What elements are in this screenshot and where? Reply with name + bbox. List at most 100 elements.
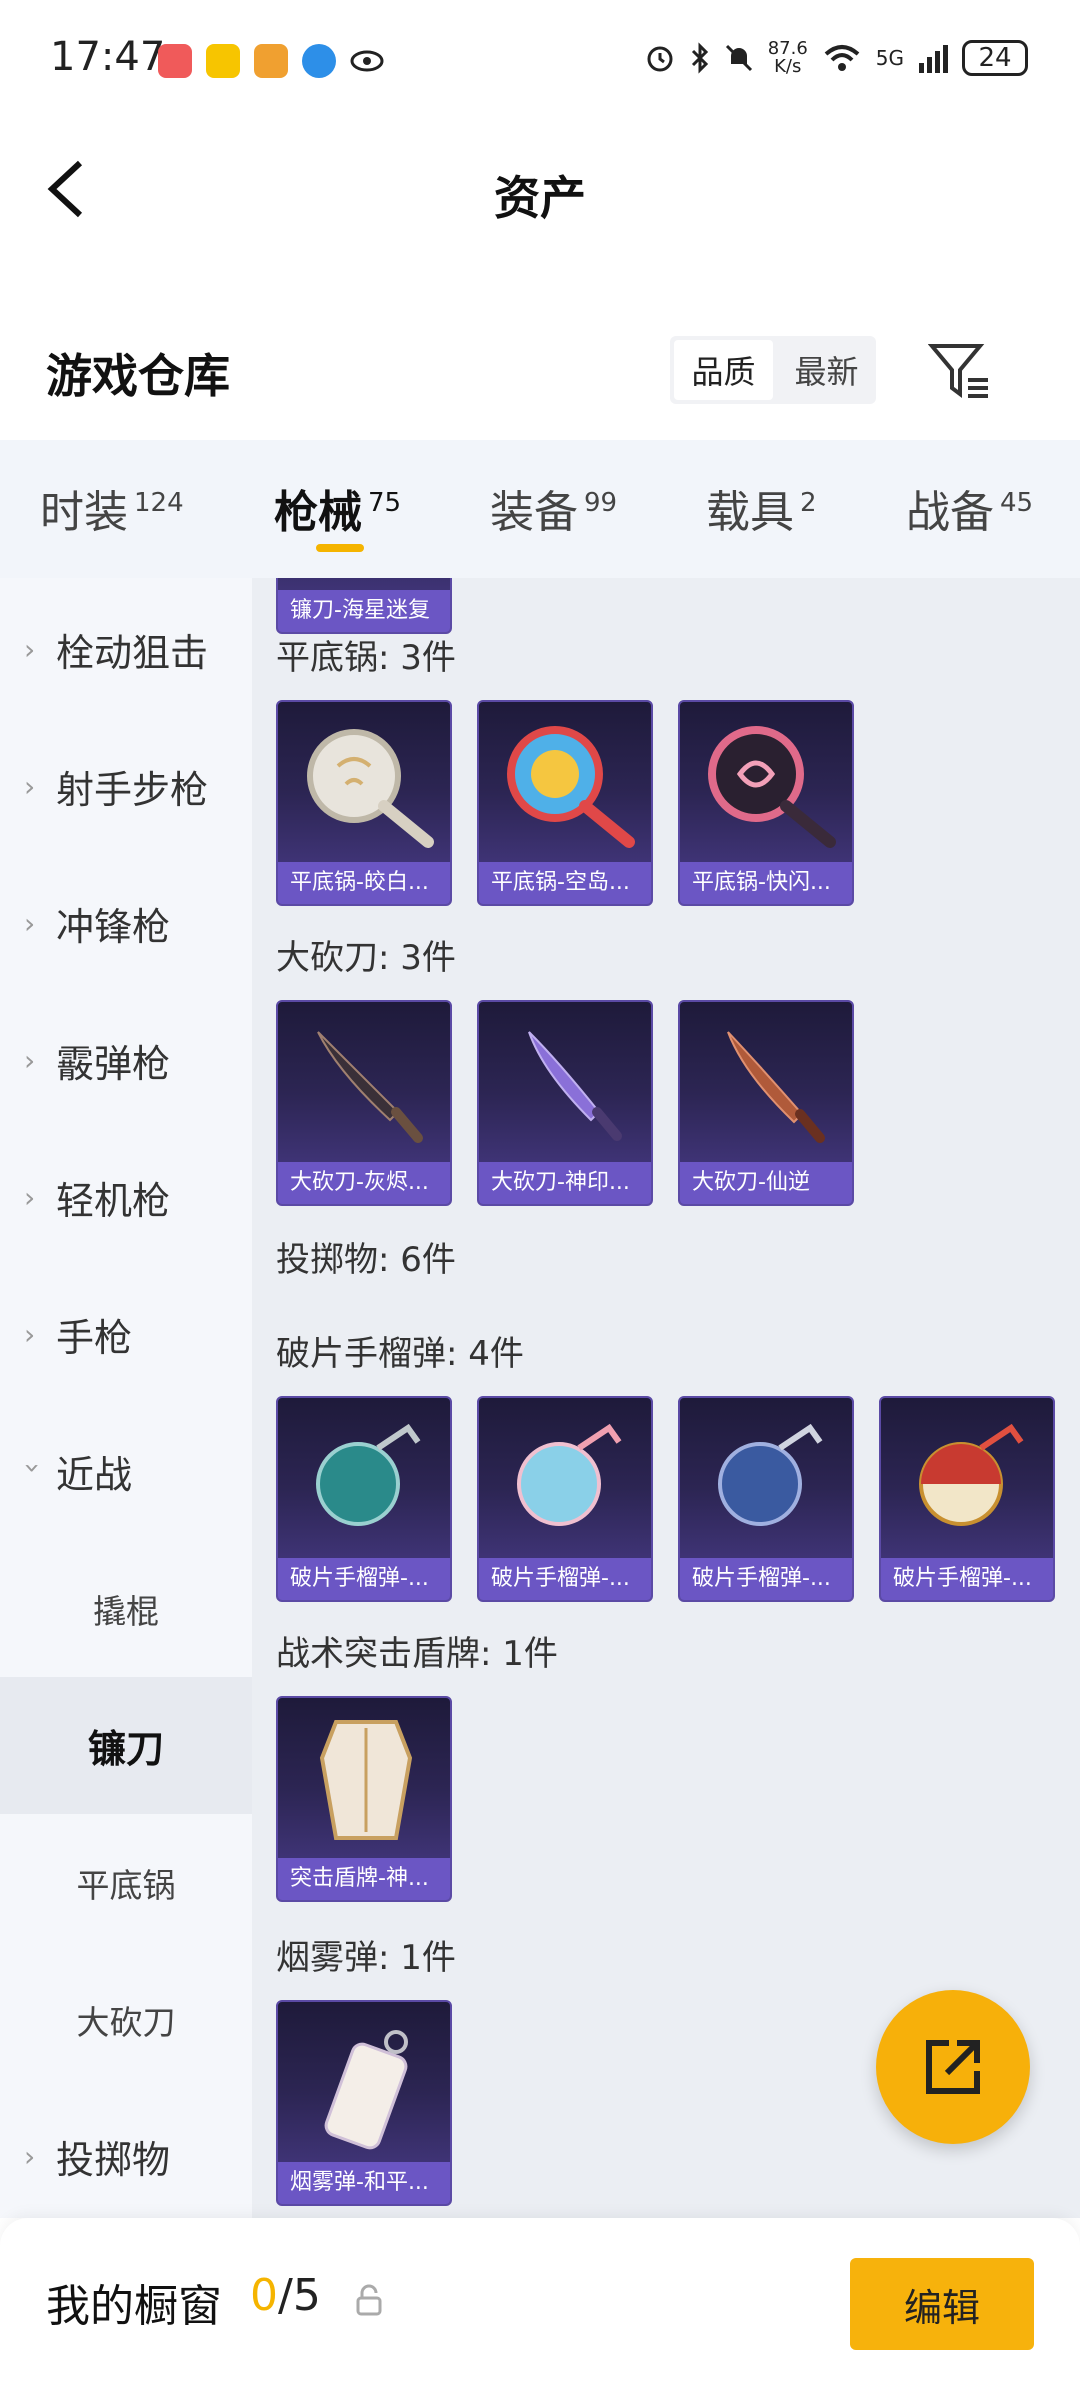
status-indicators: 87.6 K/s 5G 24 [644,40,1028,76]
frying-pan-image [507,726,635,848]
grenade-image [718,1423,823,1526]
item-name: 大砍刀-神印... [479,1162,651,1204]
showcase-label: 我的橱窗 [46,2281,222,2332]
warehouse-title: 游戏仓库 [46,349,230,403]
tab-fashion[interactable]: 时装 124 [40,476,184,540]
chevron-right-icon: › [24,2140,36,2173]
tab-equipment[interactable]: 装备 99 [490,476,617,540]
item-card[interactable]: 破片手榴弹-... [477,1396,653,1602]
tab-vehicles[interactable]: 载具 2 [706,476,817,540]
chevron-right-icon: › [24,907,36,940]
item-card[interactable]: 突击盾牌-神... [276,1696,452,1902]
item-name: 破片手榴弹-... [479,1558,651,1600]
item-card[interactable]: 大砍刀-灰烬... [276,1000,452,1206]
chevron-right-icon: › [24,770,36,803]
bluetooth-icon [691,42,708,74]
grenade-image [517,1423,622,1526]
app-notification-icon [158,44,192,78]
chevron-right-icon: › [24,1181,36,1214]
sidebar-item-lmg[interactable]: › 轻机枪 [0,1129,252,1266]
machete-image [528,1031,622,1141]
signal-icon [919,45,948,73]
shield-image [319,1720,413,1840]
group-label: 投掷物: 6件 [276,1240,456,1280]
item-name: 突击盾牌-神... [278,1858,450,1900]
sort-toggle: 品质 最新 [670,336,876,404]
item-grid: 镰刀-海星迷复 平底锅: 3件 平底锅-皎白... 平底锅-空岛... 平底锅-… [252,578,1080,2218]
warehouse-header: 游戏仓库 品质 最新 [0,320,1080,430]
wifi-icon [824,45,860,71]
tab-tactical[interactable]: 战备 45 [906,476,1033,540]
item-name: 烟雾弹-和平... [278,2162,450,2204]
item-card[interactable]: 平底锅-空岛... [477,700,653,906]
frying-pan-image [708,726,836,848]
alarm-icon [647,46,673,72]
edit-button[interactable]: 编辑 [850,2258,1034,2350]
sidebar-item-marksman-rifle[interactable]: › 射手步枪 [0,718,252,855]
item-name: 破片手榴弹-... [881,1558,1053,1600]
chevron-right-icon: › [24,633,36,666]
item-card[interactable]: 平底锅-皎白... [276,700,452,906]
network-type: 5G [875,46,904,70]
sidebar-item-bolt-action[interactable]: › 栓动狙击 [0,581,252,718]
sidebar-sub-machete[interactable]: 大砍刀 [0,1951,252,2088]
share-icon [926,2040,980,2094]
sort-latest-button[interactable]: 最新 [777,336,876,404]
lock-icon [356,2284,382,2316]
item-card[interactable]: 大砍刀-神印... [477,1000,653,1206]
machete-image [317,1031,423,1143]
filter-icon [927,344,988,398]
sidebar-item-pistol[interactable]: › 手枪 [0,1266,252,1403]
item-name: 大砍刀-灰烬... [278,1162,450,1204]
item-name: 破片手榴弹-... [680,1558,852,1600]
eye-icon [350,50,384,72]
tab-indicator [316,544,364,552]
sidebar-sub-crowbar[interactable]: 撬棍 [0,1540,252,1677]
battery-indicator: 24 [962,40,1028,76]
group-label: 烟雾弹: 1件 [276,1938,456,1978]
sidebar-sub-sickle[interactable]: 镰刀 [0,1677,252,1814]
group-label: 平底锅: 3件 [276,638,456,678]
sidebar-sub-pan[interactable]: 平底锅 [0,1814,252,1951]
mute-icon [725,44,752,72]
machete-image [727,1031,825,1143]
app-notification-icon [302,44,336,78]
item-card[interactable]: 破片手榴弹-... [879,1396,1055,1602]
item-name: 平底锅-皎白... [278,862,450,904]
frying-pan-image [307,729,434,848]
category-tabs: 时装 124 枪械 75 装备 99 载具 2 战备 45 [0,440,1080,578]
tab-firearms[interactable]: 枪械 75 [274,476,401,540]
group-label: 大砍刀: 3件 [276,938,456,978]
item-card[interactable]: 破片手榴弹-... [678,1396,854,1602]
filter-button[interactable] [927,340,992,400]
item-card[interactable]: 镰刀-海星迷复 [276,578,452,634]
sidebar-item-melee[interactable]: › 近战 [0,1403,252,1540]
sidebar-item-throwables[interactable]: › 投掷物 [0,2088,252,2225]
grenade-image [919,1423,1024,1526]
net-speed: 87.6 K/s [767,38,808,77]
header: 资产 [0,120,1080,260]
group-label: 破片手榴弹: 4件 [276,1334,524,1374]
status-bar: 17:47 87.6 K/s 5G 24 [0,0,1080,120]
chevron-right-icon: › [24,1044,36,1077]
item-name: 平底锅-空岛... [479,862,651,904]
app-notification-icon [254,44,288,78]
item-card[interactable]: 烟雾弹-和平... [276,2000,452,2206]
smoke-grenade-image [324,2030,408,2150]
item-card[interactable]: 大砍刀-仙逆 [678,1000,854,1206]
status-time: 17:47 [50,34,166,80]
sidebar-item-shotgun[interactable]: › 霰弹枪 [0,992,252,1129]
sort-quality-button[interactable]: 品质 [674,340,773,400]
item-card[interactable]: 破片手榴弹-... [276,1396,452,1602]
share-fab[interactable] [876,1990,1030,2144]
item-name: 平底锅-快闪... [680,862,852,904]
showcase-count: 0/5 [250,2270,321,2321]
sidebar: › 栓动狙击 › 射手步枪 › 冲锋枪 › 霰弹枪 › 轻机枪 › 手枪 › 近战 撬棍 镰刀… [0,578,252,2218]
chevron-right-icon: › [24,1318,36,1351]
item-card[interactable]: 平底锅-快闪... [678,700,854,906]
chevron-down-icon: › [16,1462,50,1474]
sidebar-item-smg[interactable]: › 冲锋枪 [0,855,252,992]
group-label: 战术突击盾牌: 1件 [276,1634,558,1674]
grenade-image [316,1423,421,1526]
item-name: 大砍刀-仙逆 [680,1162,852,1204]
